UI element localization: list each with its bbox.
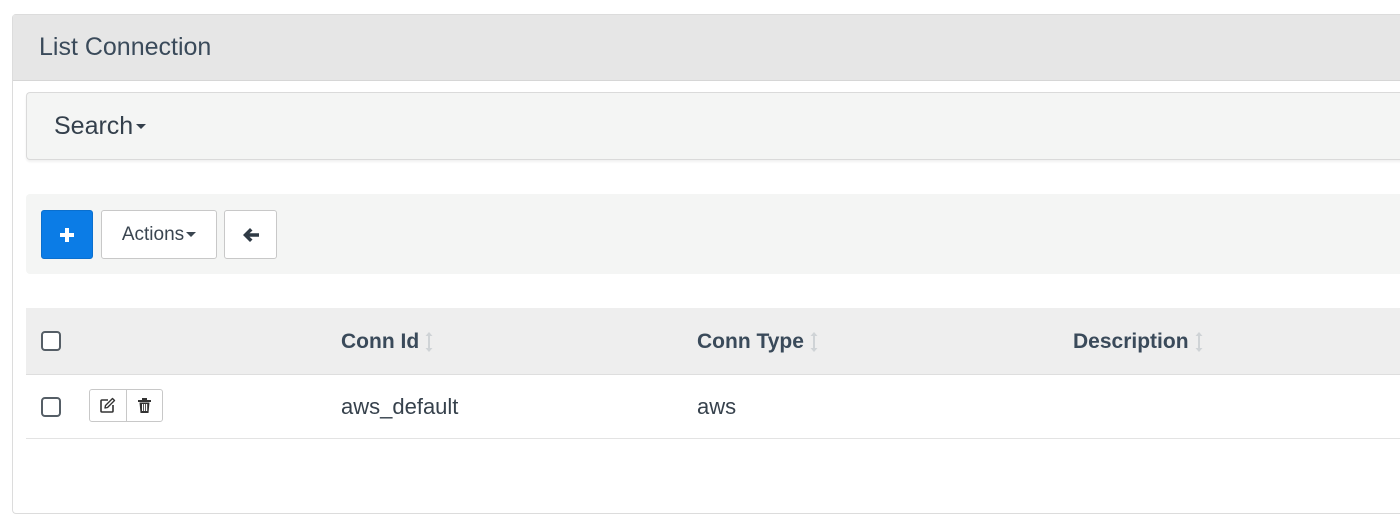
edit-icon xyxy=(100,397,116,413)
delete-button[interactable] xyxy=(125,390,163,421)
search-label: Search xyxy=(54,111,134,140)
panel-heading: List Connection xyxy=(13,15,1400,81)
actions-label: Actions xyxy=(121,223,185,245)
add-button[interactable] xyxy=(41,210,93,259)
actions-dropdown-button[interactable]: Actions xyxy=(101,210,217,259)
table-row: aws_default aws xyxy=(26,375,1400,439)
toolbar: Actions xyxy=(26,194,1400,274)
sort-icon xyxy=(425,332,433,352)
edit-button[interactable] xyxy=(90,390,126,421)
caret-down-icon xyxy=(186,232,197,237)
sort-icon xyxy=(810,332,818,352)
back-button[interactable] xyxy=(224,210,277,259)
column-header-description[interactable]: Description xyxy=(1073,330,1204,354)
column-label: Conn Type xyxy=(697,330,804,353)
connections-table: Conn Id Conn Type Description aws_defaul… xyxy=(26,308,1400,439)
select-all-checkbox[interactable] xyxy=(41,331,61,351)
plus-icon xyxy=(60,227,74,242)
arrow-left-icon xyxy=(242,227,259,242)
column-label: Description xyxy=(1073,330,1189,353)
column-label: Conn Id xyxy=(341,330,420,353)
cell-conn-id: aws_default xyxy=(341,394,459,419)
sort-icon xyxy=(1195,332,1203,352)
column-header-conn-id[interactable]: Conn Id xyxy=(341,330,434,354)
search-toggle[interactable]: Search xyxy=(26,92,1400,160)
row-actions xyxy=(89,389,163,422)
page-title: List Connection xyxy=(39,33,212,61)
row-select-checkbox[interactable] xyxy=(41,397,61,417)
caret-down-icon xyxy=(136,123,147,129)
cell-conn-type: aws xyxy=(697,394,737,419)
column-header-conn-type[interactable]: Conn Type xyxy=(697,330,819,354)
trash-icon xyxy=(137,398,151,413)
table-header: Conn Id Conn Type Description xyxy=(26,308,1400,375)
